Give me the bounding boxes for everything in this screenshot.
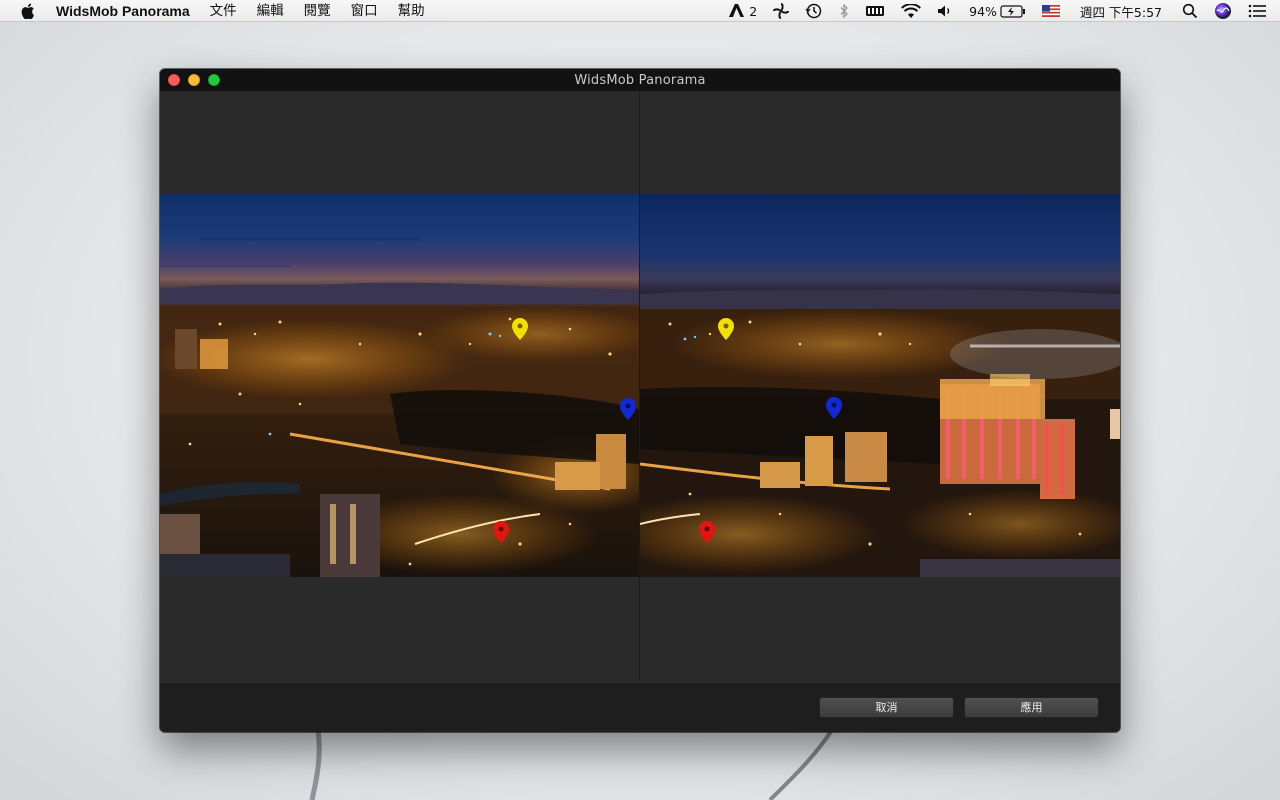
menu-view[interactable]: 閱覽 — [294, 0, 341, 22]
blue-marker-pin-left[interactable] — [620, 398, 636, 420]
wifi-icon[interactable] — [893, 0, 929, 22]
minimize-button[interactable] — [188, 74, 200, 86]
bluetooth-icon[interactable] — [831, 0, 857, 22]
app-window: WidsMob Panorama 取消 應用 — [160, 69, 1120, 732]
left-panorama-image[interactable] — [160, 194, 639, 577]
battery-icon — [1000, 4, 1025, 18]
right-image-pane — [640, 91, 1120, 682]
flag-icon[interactable] — [1034, 0, 1068, 22]
menu-app-name[interactable]: WidsMob Panorama — [52, 0, 200, 22]
close-button[interactable] — [168, 74, 180, 86]
menu-window[interactable]: 窗口 — [341, 0, 388, 22]
window-title: WidsMob Panorama — [574, 72, 706, 88]
left-image-pane — [160, 91, 639, 682]
red-marker-pin-left[interactable] — [493, 521, 509, 543]
window-footer: 取消 應用 — [160, 682, 1120, 732]
time-machine-icon[interactable] — [797, 0, 831, 22]
cancel-button[interactable]: 取消 — [819, 697, 954, 718]
red-marker-pin-right[interactable] — [699, 521, 715, 543]
notification-center-icon[interactable] — [1240, 0, 1280, 22]
fan-icon[interactable] — [765, 0, 797, 22]
memory-icon[interactable] — [857, 0, 893, 22]
clock[interactable]: 週四 下午5:57 — [1068, 0, 1174, 22]
menu-edit[interactable]: 編輯 — [247, 0, 294, 22]
search-icon[interactable] — [1174, 0, 1206, 22]
apply-button[interactable]: 應用 — [964, 697, 1099, 718]
menu-bar: WidsMob Panorama 文件 編輯 閱覽 窗口 幫助 2 94% 週四… — [0, 0, 1280, 22]
adobe-count: 2 — [749, 3, 758, 19]
blue-marker-pin-right[interactable] — [826, 397, 842, 419]
yellow-marker-pin-right[interactable] — [718, 318, 734, 340]
volume-icon[interactable] — [929, 0, 961, 22]
zoom-button[interactable] — [208, 74, 220, 86]
right-panorama-image[interactable] — [640, 194, 1120, 577]
battery-percent: 94% — [969, 3, 997, 19]
apple-icon[interactable] — [18, 0, 38, 22]
battery-status[interactable]: 94% — [961, 0, 1034, 22]
adobe-status[interactable]: 2 — [721, 0, 765, 22]
menu-help[interactable]: 幫助 — [388, 0, 435, 22]
menu-file[interactable]: 文件 — [200, 0, 247, 22]
window-titlebar[interactable]: WidsMob Panorama — [160, 69, 1120, 91]
adobe-icon — [729, 4, 745, 17]
yellow-marker-pin-left[interactable] — [512, 318, 528, 340]
siri-icon[interactable] — [1206, 0, 1240, 22]
